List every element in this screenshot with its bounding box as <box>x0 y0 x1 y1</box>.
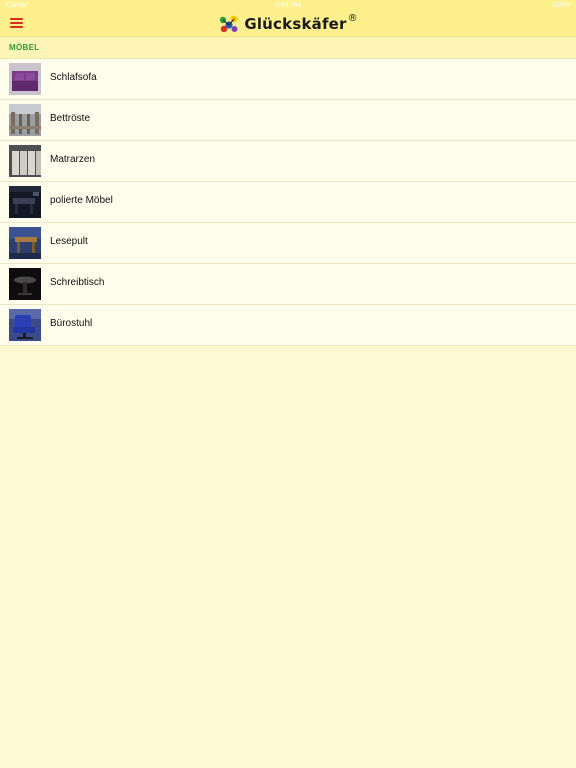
list-item-label: Bürostuhl <box>50 318 93 329</box>
list-item-polierte-moebel[interactable]: polierte Möbel <box>0 182 576 223</box>
list-item-label: Schlafsofa <box>50 72 97 83</box>
list-item-label: Bettröste <box>50 113 91 124</box>
category-list: Schlafsofa Bettröste Matrarzen polierte … <box>0 59 576 346</box>
battery-label: 100% <box>552 2 570 9</box>
status-bar: Carrier 9:53 PM 100% <box>0 0 576 12</box>
navigation-bar: Glückskäfer ® <box>0 12 576 37</box>
writing-desk-thumbnail <box>9 268 41 300</box>
list-item-schlafsofa[interactable]: Schlafsofa <box>0 59 576 100</box>
list-item-lesepult[interactable]: Lesepult <box>0 223 576 264</box>
registered-mark: ® <box>347 12 358 24</box>
mattress-thumbnail <box>9 145 41 177</box>
ladybug-flower-icon <box>220 15 238 33</box>
office-chair-thumbnail <box>9 309 41 341</box>
bed-frame-thumbnail <box>9 104 41 136</box>
sofa-thumbnail <box>9 63 41 95</box>
section-title: MÖBEL <box>9 43 40 52</box>
list-item-matrarzen[interactable]: Matrarzen <box>0 141 576 182</box>
reading-desk-thumbnail <box>9 227 41 259</box>
section-header: MÖBEL <box>0 37 576 59</box>
list-item-label: polierte Möbel <box>50 195 113 206</box>
app-logo: Glückskäfer ® <box>0 12 576 36</box>
list-item-label: Schreibtisch <box>50 277 105 288</box>
list-item-bettroeste[interactable]: Bettröste <box>0 100 576 141</box>
logo-text: Glückskäfer <box>244 15 347 33</box>
list-item-label: Matrarzen <box>50 154 96 165</box>
clock-label: 9:53 PM <box>274 2 302 9</box>
list-item-label: Lesepult <box>50 236 88 247</box>
list-item-buerostuhl[interactable]: Bürostuhl <box>0 305 576 346</box>
polished-furniture-thumbnail <box>9 186 41 218</box>
list-item-schreibtisch[interactable]: Schreibtisch <box>0 264 576 305</box>
